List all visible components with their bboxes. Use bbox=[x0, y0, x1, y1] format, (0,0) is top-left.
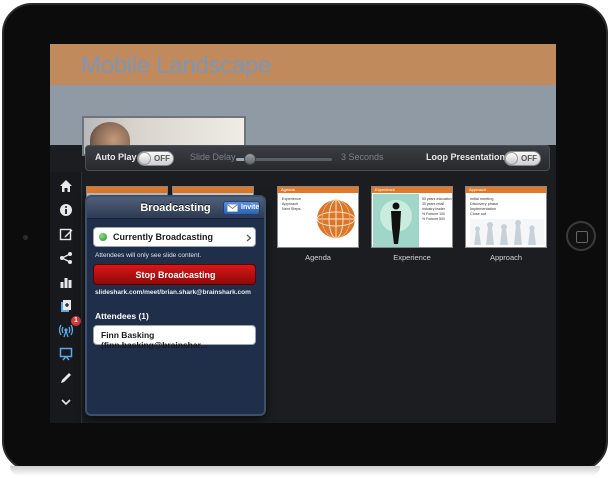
globe-image bbox=[316, 199, 356, 239]
stop-broadcasting-label: Stop Broadcasting bbox=[135, 270, 216, 280]
thumbnail-caption-experience: Experience bbox=[393, 253, 431, 262]
thumbnail-bullets: Experience Approach Next Steps bbox=[282, 197, 301, 212]
thumbnail-bullets: Initial meeting Discovery phase Implemen… bbox=[470, 197, 498, 217]
broadcast-status-note: Attendees will only see slide content. bbox=[95, 252, 202, 259]
sidebar-item-broadcast[interactable]: 1 bbox=[55, 316, 81, 341]
slide-thumbnail-approach[interactable]: Approach Initial meeting Discovery phase… bbox=[465, 186, 547, 248]
front-camera bbox=[23, 235, 28, 240]
edit-icon bbox=[59, 228, 73, 241]
attendee-name: Finn Basking (finn.basking@brainshar... bbox=[101, 330, 208, 350]
slide-thumbnail-agenda[interactable]: Agenda Experience Approach Next Steps bbox=[277, 186, 359, 248]
slide-title: Mobile Landscape bbox=[81, 52, 272, 79]
presentation-icon bbox=[59, 347, 73, 361]
left-sidebar: 1 bbox=[50, 172, 82, 423]
toggle-knob bbox=[505, 152, 518, 165]
stop-broadcasting-button[interactable]: Stop Broadcasting bbox=[93, 264, 256, 285]
loop-presentation-toggle[interactable]: OFF bbox=[504, 151, 541, 166]
sidebar-item-home[interactable] bbox=[55, 175, 77, 197]
playback-toolbar: Auto Play OFF Slide Delay 3 Seconds Loop… bbox=[85, 145, 550, 171]
sidebar-item-analytics[interactable] bbox=[55, 271, 77, 293]
chevron-right-icon bbox=[246, 234, 252, 242]
status-indicator bbox=[99, 233, 107, 241]
thumbnail-header-bar: Experience bbox=[372, 187, 452, 193]
toggle-knob bbox=[138, 152, 151, 165]
sidebar-item-more[interactable] bbox=[55, 391, 77, 413]
popover-header: Broadcasting Invite bbox=[87, 197, 264, 219]
app-screen: Mobile Landscape Auto Play OFF Slide Del… bbox=[50, 44, 556, 423]
thumbnail-bullets: 50 years education 30 years retail Indus… bbox=[422, 197, 452, 222]
bullet: Next Steps bbox=[282, 207, 301, 211]
loop-presentation-state: OFF bbox=[521, 154, 537, 163]
sidebar-item-info[interactable] bbox=[55, 199, 77, 221]
broadcast-status-label: Currently Broadcasting bbox=[113, 232, 214, 242]
sidebar-item-pen[interactable] bbox=[55, 367, 77, 389]
home-icon bbox=[60, 180, 72, 192]
slide-delay-label: Slide Delay bbox=[190, 152, 236, 162]
home-button[interactable] bbox=[566, 221, 596, 251]
thumbnail-header-bar bbox=[173, 187, 253, 193]
slider-thumb[interactable] bbox=[244, 153, 257, 165]
thumbnail-header-bar: Approach bbox=[466, 187, 546, 193]
sidebar-item-share[interactable] bbox=[55, 247, 77, 269]
attendee-row[interactable]: Finn Basking (finn.basking@brainshar... bbox=[93, 325, 256, 350]
pen-icon bbox=[61, 373, 71, 383]
mail-icon bbox=[227, 204, 238, 212]
thumbnail-caption-approach: Approach bbox=[489, 253, 523, 262]
broadcasting-popover: Broadcasting Invite Currently Broadcasti… bbox=[85, 195, 266, 416]
invite-button[interactable]: Invite bbox=[223, 201, 260, 215]
share-icon bbox=[60, 252, 72, 264]
thumbnail-caption-agenda: Agenda bbox=[305, 253, 331, 262]
broadcast-badge: 1 bbox=[71, 316, 81, 326]
attendees-heading: Attendees (1) bbox=[95, 311, 149, 321]
bullet: % Fortune 500 bbox=[422, 217, 445, 221]
device-shadow bbox=[10, 466, 600, 476]
sidebar-item-presentation[interactable] bbox=[55, 343, 77, 365]
invite-label: Invite bbox=[241, 204, 260, 211]
slide-delay-slider[interactable] bbox=[236, 153, 332, 165]
chess-pieces-image bbox=[470, 219, 544, 245]
broadcast-status-row[interactable]: Currently Broadcasting bbox=[93, 227, 256, 247]
auto-play-state: OFF bbox=[154, 154, 170, 163]
thumbnail-header-bar bbox=[87, 187, 167, 193]
slide-delay-value: 3 Seconds bbox=[341, 152, 384, 162]
add-document-icon bbox=[61, 300, 71, 312]
sidebar-item-edit[interactable] bbox=[55, 223, 77, 245]
loop-presentation-label: Loop Presentation bbox=[426, 152, 506, 162]
auto-play-toggle[interactable]: OFF bbox=[137, 151, 174, 166]
bullet: Close out bbox=[470, 212, 487, 216]
sidebar-item-add-document[interactable] bbox=[55, 295, 77, 317]
analytics-icon bbox=[60, 278, 72, 288]
info-icon bbox=[60, 204, 72, 216]
auto-play-label: Auto Play bbox=[95, 152, 137, 162]
thumbnail-header-bar: Agenda bbox=[278, 187, 358, 193]
slide-header: Mobile Landscape bbox=[50, 44, 556, 85]
slide-thumbnail-experience[interactable]: Experience 50 years education 30 years r… bbox=[371, 186, 453, 248]
chevron-down-icon bbox=[61, 399, 71, 406]
meeting-url: slideshark.com/meet/brian.shark@brainsha… bbox=[95, 289, 251, 296]
silhouette-image bbox=[373, 194, 419, 247]
